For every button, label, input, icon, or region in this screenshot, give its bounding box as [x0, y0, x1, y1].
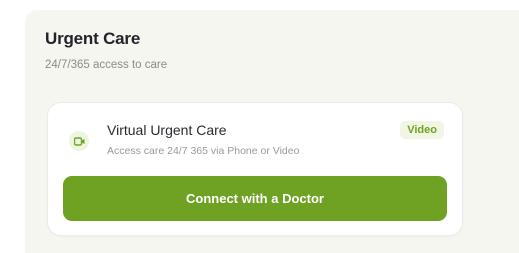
section-subtitle: 24/7/365 access to care — [45, 59, 168, 71]
section-title: Urgent Care — [45, 29, 141, 48]
service-title: Virtual Urgent Care — [107, 122, 227, 138]
video-camera-icon — [69, 131, 89, 151]
video-tag: Video — [400, 121, 444, 139]
urgent-care-panel: Urgent Care 24/7/365 access to care Virt… — [25, 10, 519, 253]
connect-with-doctor-button[interactable]: Connect with a Doctor — [63, 176, 447, 221]
service-description: Access care 24/7 365 via Phone or Video — [107, 145, 300, 157]
virtual-urgent-care-card[interactable]: Virtual Urgent Care Access care 24/7 365… — [47, 102, 463, 236]
